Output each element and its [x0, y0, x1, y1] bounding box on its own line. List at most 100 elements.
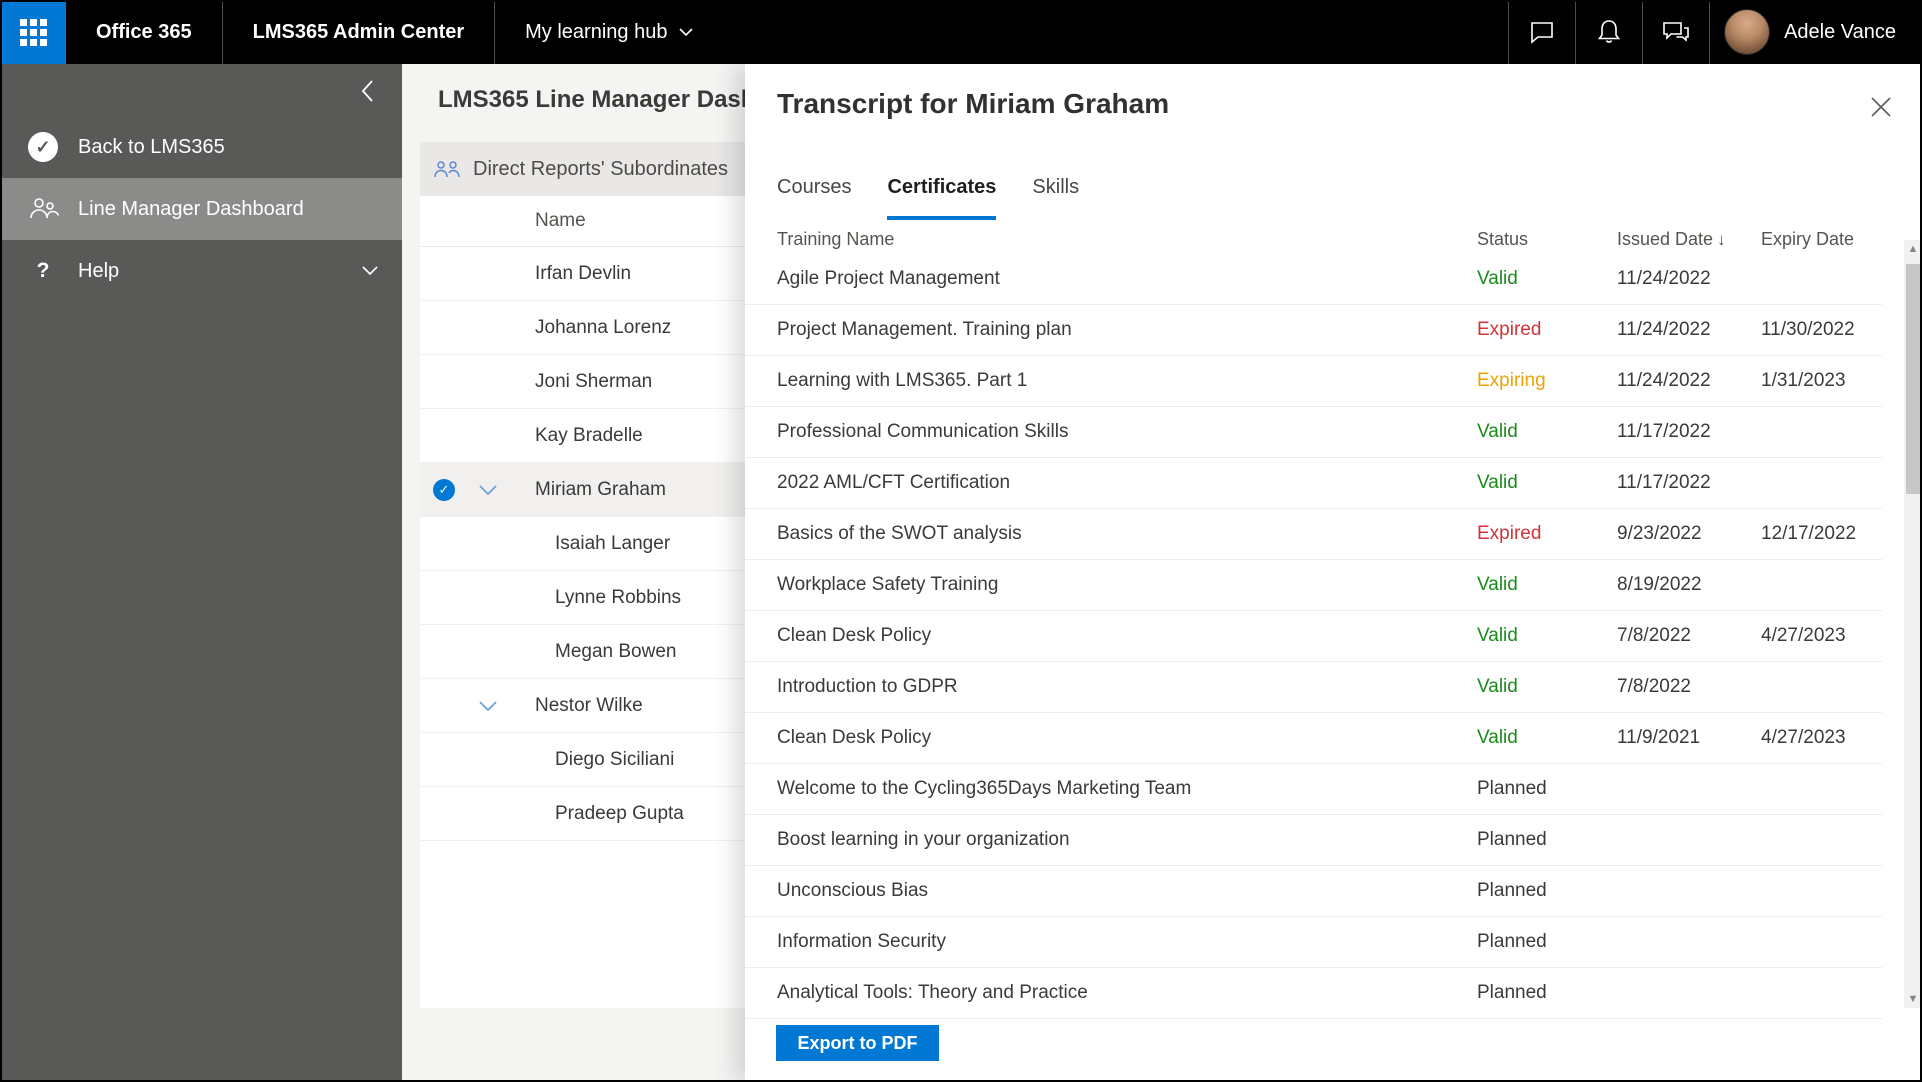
- row-controls: ✓: [420, 463, 535, 516]
- tab-certificates[interactable]: Certificates: [887, 176, 996, 220]
- circle-check-icon: ✓: [26, 132, 60, 162]
- status-badge: Valid: [1477, 472, 1518, 493]
- scroll-down-arrow-icon[interactable]: ▼: [1904, 990, 1922, 1008]
- issued-date: 11/17/2022: [1617, 472, 1711, 493]
- top-bar: Office 365 LMS365 Admin Center My learni…: [0, 0, 1922, 64]
- issued-date: 9/23/2022: [1617, 523, 1702, 544]
- certificate-row[interactable]: Clean Desk Policy Valid 7/8/2022 4/27/20…: [745, 611, 1882, 662]
- sidebar-item-label: Line Manager Dashboard: [78, 197, 304, 220]
- status-badge: Valid: [1477, 676, 1518, 697]
- person-name: Pradeep Gupta: [555, 802, 684, 824]
- certificate-row[interactable]: Basics of the SWOT analysis Expired 9/23…: [745, 509, 1882, 560]
- training-name: Workplace Safety Training: [777, 574, 999, 595]
- sort-descending-icon: ↓: [1717, 229, 1726, 249]
- column-issued-date[interactable]: Issued Date ↓: [1617, 229, 1761, 250]
- tab-skills[interactable]: Skills: [1032, 176, 1079, 220]
- sidebar-item-back-to-lms365[interactable]: ✓ Back to LMS365: [0, 116, 402, 178]
- certificate-row[interactable]: Professional Communication Skills Valid …: [745, 407, 1882, 458]
- training-name: Clean Desk Policy: [777, 625, 932, 646]
- training-name: Boost learning in your organization: [777, 829, 1070, 850]
- tab-courses[interactable]: Courses: [777, 176, 851, 220]
- expiry-date: 12/17/2022: [1761, 523, 1857, 544]
- certificate-row[interactable]: Welcome to the Cycling365Days Marketing …: [745, 764, 1882, 815]
- certificate-row[interactable]: Project Management. Training plan Expire…: [745, 305, 1882, 356]
- certificate-row[interactable]: Unconscious Bias Planned: [745, 866, 1882, 917]
- column-training-name[interactable]: Training Name: [777, 229, 1477, 250]
- certificate-row[interactable]: Agile Project Management Valid 11/24/202…: [745, 254, 1882, 305]
- selected-check-icon: ✓: [433, 478, 455, 501]
- notifications-button[interactable]: [1576, 0, 1642, 64]
- status-badge: Expiring: [1477, 370, 1546, 391]
- sidebar-item-line-manager-dashboard[interactable]: Line Manager Dashboard: [0, 178, 402, 240]
- close-icon: [1871, 97, 1891, 117]
- chat-icon: [1531, 22, 1553, 44]
- issued-date: 11/17/2022: [1617, 421, 1711, 442]
- row-controls: [420, 301, 535, 354]
- learning-hub-label: My learning hub: [525, 20, 668, 43]
- people-group-icon: [433, 157, 461, 181]
- status-badge: Planned: [1477, 982, 1547, 1003]
- issued-date: 11/24/2022: [1617, 319, 1711, 340]
- certificate-row[interactable]: Information Security Planned: [745, 917, 1882, 968]
- sidebar: ✓ Back to LMS365 Line Manager Dashboard …: [0, 64, 402, 1082]
- learning-hub-menu[interactable]: My learning hub: [495, 0, 723, 64]
- certificate-row[interactable]: Learning with LMS365. Part 1 Expiring 11…: [745, 356, 1882, 407]
- certificate-row[interactable]: 2022 AML/CFT Certification Valid 11/17/2…: [745, 458, 1882, 509]
- row-controls: [420, 247, 535, 300]
- person-name: Kay Bradelle: [535, 424, 643, 446]
- waffle-icon: [19, 18, 47, 46]
- question-mark-icon: ?: [36, 259, 50, 282]
- certificate-row[interactable]: Boost learning in your organization Plan…: [745, 815, 1882, 866]
- expiry-date: 4/27/2023: [1761, 625, 1846, 646]
- expand-chevron-icon[interactable]: [478, 484, 498, 496]
- person-name: Irfan Devlin: [535, 262, 632, 284]
- close-button[interactable]: [1866, 92, 1896, 122]
- training-name: Unconscious Bias: [777, 880, 929, 901]
- app-launcher-button[interactable]: [0, 0, 66, 64]
- certificate-row[interactable]: Analytical Tools: Theory and Practice Pl…: [745, 968, 1882, 1019]
- training-name: Introduction to GDPR: [777, 676, 958, 697]
- row-controls: [420, 679, 535, 732]
- person-name: Isaiah Langer: [555, 532, 671, 554]
- avatar: [1724, 9, 1771, 55]
- account-menu[interactable]: Adele Vance: [1710, 0, 1922, 64]
- scrollbar-thumb[interactable]: [1906, 264, 1920, 494]
- feedback-icon: [1663, 22, 1689, 42]
- admin-center-title[interactable]: LMS365 Admin Center: [223, 0, 495, 64]
- training-name: Basics of the SWOT analysis: [777, 523, 1022, 544]
- training-name: Welcome to the Cycling365Days Marketing …: [777, 778, 1192, 799]
- expand-chevron-icon[interactable]: [478, 700, 498, 712]
- transcript-panel: Transcript for Miriam Graham Courses Cer…: [745, 64, 1922, 1082]
- scroll-up-arrow-icon[interactable]: ▲: [1904, 240, 1922, 258]
- status-badge: Valid: [1477, 421, 1518, 442]
- transcript-title: Transcript for Miriam Graham: [777, 88, 1170, 119]
- chat-button[interactable]: [1509, 0, 1575, 64]
- certificate-row[interactable]: Clean Desk Policy Valid 11/9/2021 4/27/2…: [745, 713, 1882, 764]
- export-to-pdf-button[interactable]: Export to PDF: [776, 1025, 939, 1061]
- expiry-date: 1/31/2023: [1761, 370, 1846, 391]
- issued-date: 8/19/2022: [1617, 574, 1702, 595]
- row-controls: [420, 409, 535, 462]
- vertical-scrollbar[interactable]: ▲ ▼: [1904, 240, 1922, 1008]
- column-status[interactable]: Status: [1477, 229, 1617, 250]
- training-name: Professional Communication Skills: [777, 421, 1069, 442]
- row-controls: [420, 571, 535, 624]
- training-name: Analytical Tools: Theory and Practice: [777, 982, 1088, 1003]
- office365-brand[interactable]: Office 365: [66, 0, 222, 64]
- issued-date: 11/24/2022: [1617, 268, 1711, 289]
- issued-date: 7/8/2022: [1617, 625, 1691, 646]
- person-name: Joni Sherman: [535, 370, 653, 392]
- chevron-left-icon: [361, 80, 373, 102]
- status-badge: Planned: [1477, 931, 1547, 952]
- training-name: 2022 AML/CFT Certification: [777, 472, 1011, 493]
- certificates-list: Agile Project Management Valid 11/24/202…: [745, 254, 1882, 1019]
- sidebar-item-help[interactable]: ? Help: [0, 240, 402, 302]
- expiry-date: 4/27/2023: [1761, 727, 1846, 748]
- status-badge: Planned: [1477, 829, 1547, 850]
- sidebar-collapse-button[interactable]: [350, 74, 384, 108]
- certificate-row[interactable]: Workplace Safety Training Valid 8/19/202…: [745, 560, 1882, 611]
- certificate-row[interactable]: Introduction to GDPR Valid 7/8/2022: [745, 662, 1882, 713]
- expiry-date: 11/30/2022: [1761, 319, 1855, 340]
- feedback-button[interactable]: [1643, 0, 1709, 64]
- column-expiry-date[interactable]: Expiry Date: [1761, 229, 1882, 250]
